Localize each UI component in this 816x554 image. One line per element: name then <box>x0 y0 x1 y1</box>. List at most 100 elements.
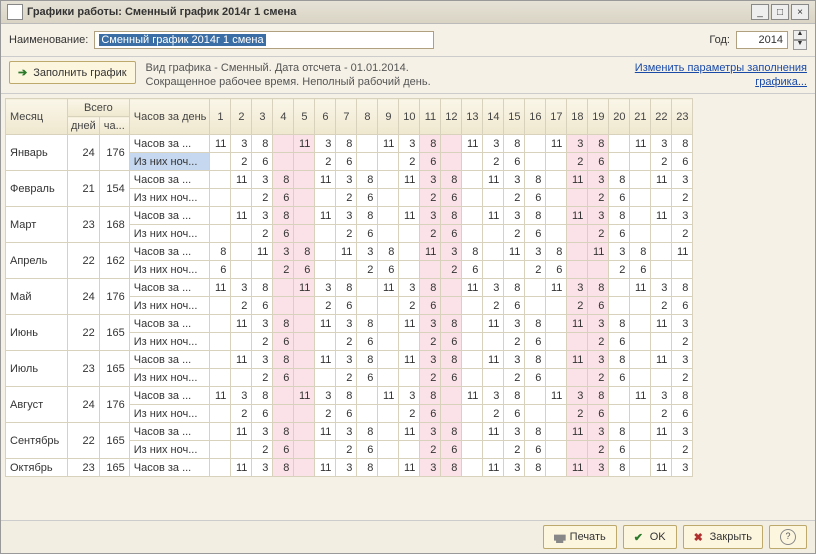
data-cell[interactable] <box>567 243 588 261</box>
data-cell[interactable]: 11 <box>210 387 231 405</box>
data-cell[interactable] <box>525 297 546 315</box>
data-cell[interactable] <box>504 261 525 279</box>
data-cell[interactable] <box>462 405 483 423</box>
data-cell[interactable]: 6 <box>357 369 378 387</box>
data-cell[interactable]: 8 <box>357 459 378 477</box>
data-cell[interactable]: 3 <box>357 243 378 261</box>
data-cell[interactable]: 6 <box>609 369 630 387</box>
data-cell[interactable]: 3 <box>336 315 357 333</box>
table-row[interactable]: Октябрь23165Часов за ...1138113811381138… <box>6 459 693 477</box>
col-day-12[interactable]: 12 <box>441 99 462 135</box>
data-cell[interactable]: 6 <box>378 261 399 279</box>
data-cell[interactable] <box>483 243 504 261</box>
data-cell[interactable]: 3 <box>588 315 609 333</box>
data-cell[interactable]: 8 <box>252 387 273 405</box>
data-cell[interactable] <box>210 369 231 387</box>
data-cell[interactable]: 8 <box>588 135 609 153</box>
data-cell[interactable]: 6 <box>609 333 630 351</box>
close-button[interactable]: ✖ Закрыть <box>683 525 763 549</box>
table-row[interactable]: Июнь22165Часов за ...1138113811381138113… <box>6 315 693 333</box>
data-cell[interactable]: 8 <box>357 171 378 189</box>
data-cell[interactable]: 11 <box>546 387 567 405</box>
data-cell[interactable] <box>441 279 462 297</box>
data-cell[interactable]: 3 <box>672 315 693 333</box>
data-cell[interactable] <box>210 459 231 477</box>
data-cell[interactable]: 3 <box>252 423 273 441</box>
year-down-icon[interactable]: ▼ <box>793 40 807 50</box>
data-cell[interactable]: 6 <box>357 441 378 459</box>
data-cell[interactable]: 8 <box>672 387 693 405</box>
data-cell[interactable]: 3 <box>588 351 609 369</box>
data-cell[interactable] <box>483 441 504 459</box>
data-cell[interactable]: 11 <box>630 279 651 297</box>
data-cell[interactable]: 2 <box>273 261 294 279</box>
data-cell[interactable] <box>567 441 588 459</box>
data-cell[interactable]: 8 <box>546 243 567 261</box>
data-cell[interactable]: 8 <box>588 279 609 297</box>
data-cell[interactable] <box>609 297 630 315</box>
data-cell[interactable] <box>525 135 546 153</box>
data-cell[interactable]: 2 <box>651 153 672 171</box>
name-input[interactable]: Сменный график 2014г 1 смена <box>94 31 434 49</box>
data-cell[interactable] <box>273 297 294 315</box>
data-cell[interactable]: 11 <box>567 423 588 441</box>
data-cell[interactable]: 8 <box>273 423 294 441</box>
data-cell[interactable]: 2 <box>651 297 672 315</box>
data-cell[interactable] <box>567 333 588 351</box>
data-cell[interactable]: 3 <box>252 315 273 333</box>
data-cell[interactable]: 6 <box>588 405 609 423</box>
col-day-22[interactable]: 22 <box>651 99 672 135</box>
data-cell[interactable]: 3 <box>672 171 693 189</box>
data-cell[interactable]: 6 <box>441 225 462 243</box>
data-cell[interactable]: 6 <box>630 261 651 279</box>
data-cell[interactable] <box>294 423 315 441</box>
data-cell[interactable]: 11 <box>252 243 273 261</box>
data-cell[interactable]: 2 <box>399 297 420 315</box>
data-cell[interactable]: 11 <box>399 459 420 477</box>
data-cell[interactable]: 6 <box>609 225 630 243</box>
data-cell[interactable] <box>315 225 336 243</box>
data-cell[interactable]: 2 <box>336 369 357 387</box>
data-cell[interactable] <box>378 153 399 171</box>
data-cell[interactable]: 3 <box>672 351 693 369</box>
col-month[interactable]: Месяц <box>6 99 68 135</box>
data-cell[interactable]: 11 <box>567 207 588 225</box>
data-cell[interactable]: 11 <box>546 279 567 297</box>
data-cell[interactable]: 6 <box>273 333 294 351</box>
data-cell[interactable] <box>546 189 567 207</box>
data-cell[interactable]: 3 <box>672 207 693 225</box>
data-cell[interactable] <box>273 279 294 297</box>
data-cell[interactable]: 8 <box>504 387 525 405</box>
data-cell[interactable]: 3 <box>525 243 546 261</box>
data-cell[interactable] <box>378 207 399 225</box>
data-cell[interactable] <box>462 441 483 459</box>
data-cell[interactable] <box>315 441 336 459</box>
data-cell[interactable]: 11 <box>651 459 672 477</box>
data-cell[interactable] <box>378 225 399 243</box>
data-cell[interactable] <box>273 405 294 423</box>
data-cell[interactable] <box>294 297 315 315</box>
data-cell[interactable]: 11 <box>483 171 504 189</box>
data-cell[interactable]: 3 <box>567 279 588 297</box>
data-cell[interactable] <box>231 261 252 279</box>
data-cell[interactable]: 8 <box>357 315 378 333</box>
data-cell[interactable] <box>672 261 693 279</box>
data-cell[interactable]: 8 <box>336 279 357 297</box>
maximize-button[interactable]: □ <box>771 4 789 20</box>
data-cell[interactable]: 8 <box>210 243 231 261</box>
data-cell[interactable] <box>630 297 651 315</box>
data-cell[interactable]: 8 <box>357 423 378 441</box>
data-cell[interactable]: 11 <box>588 243 609 261</box>
data-cell[interactable]: 11 <box>294 279 315 297</box>
col-total[interactable]: Всего <box>68 99 130 117</box>
table-row[interactable]: Май24176Часов за ...11381138113811381138… <box>6 279 693 297</box>
data-cell[interactable]: 6 <box>609 441 630 459</box>
col-day-15[interactable]: 15 <box>504 99 525 135</box>
data-cell[interactable] <box>315 243 336 261</box>
data-cell[interactable] <box>210 189 231 207</box>
data-cell[interactable] <box>441 153 462 171</box>
data-cell[interactable]: 6 <box>525 189 546 207</box>
data-cell[interactable]: 2 <box>672 225 693 243</box>
data-cell[interactable] <box>630 351 651 369</box>
table-row[interactable]: Сентябрь22165Часов за ...113811381138113… <box>6 423 693 441</box>
